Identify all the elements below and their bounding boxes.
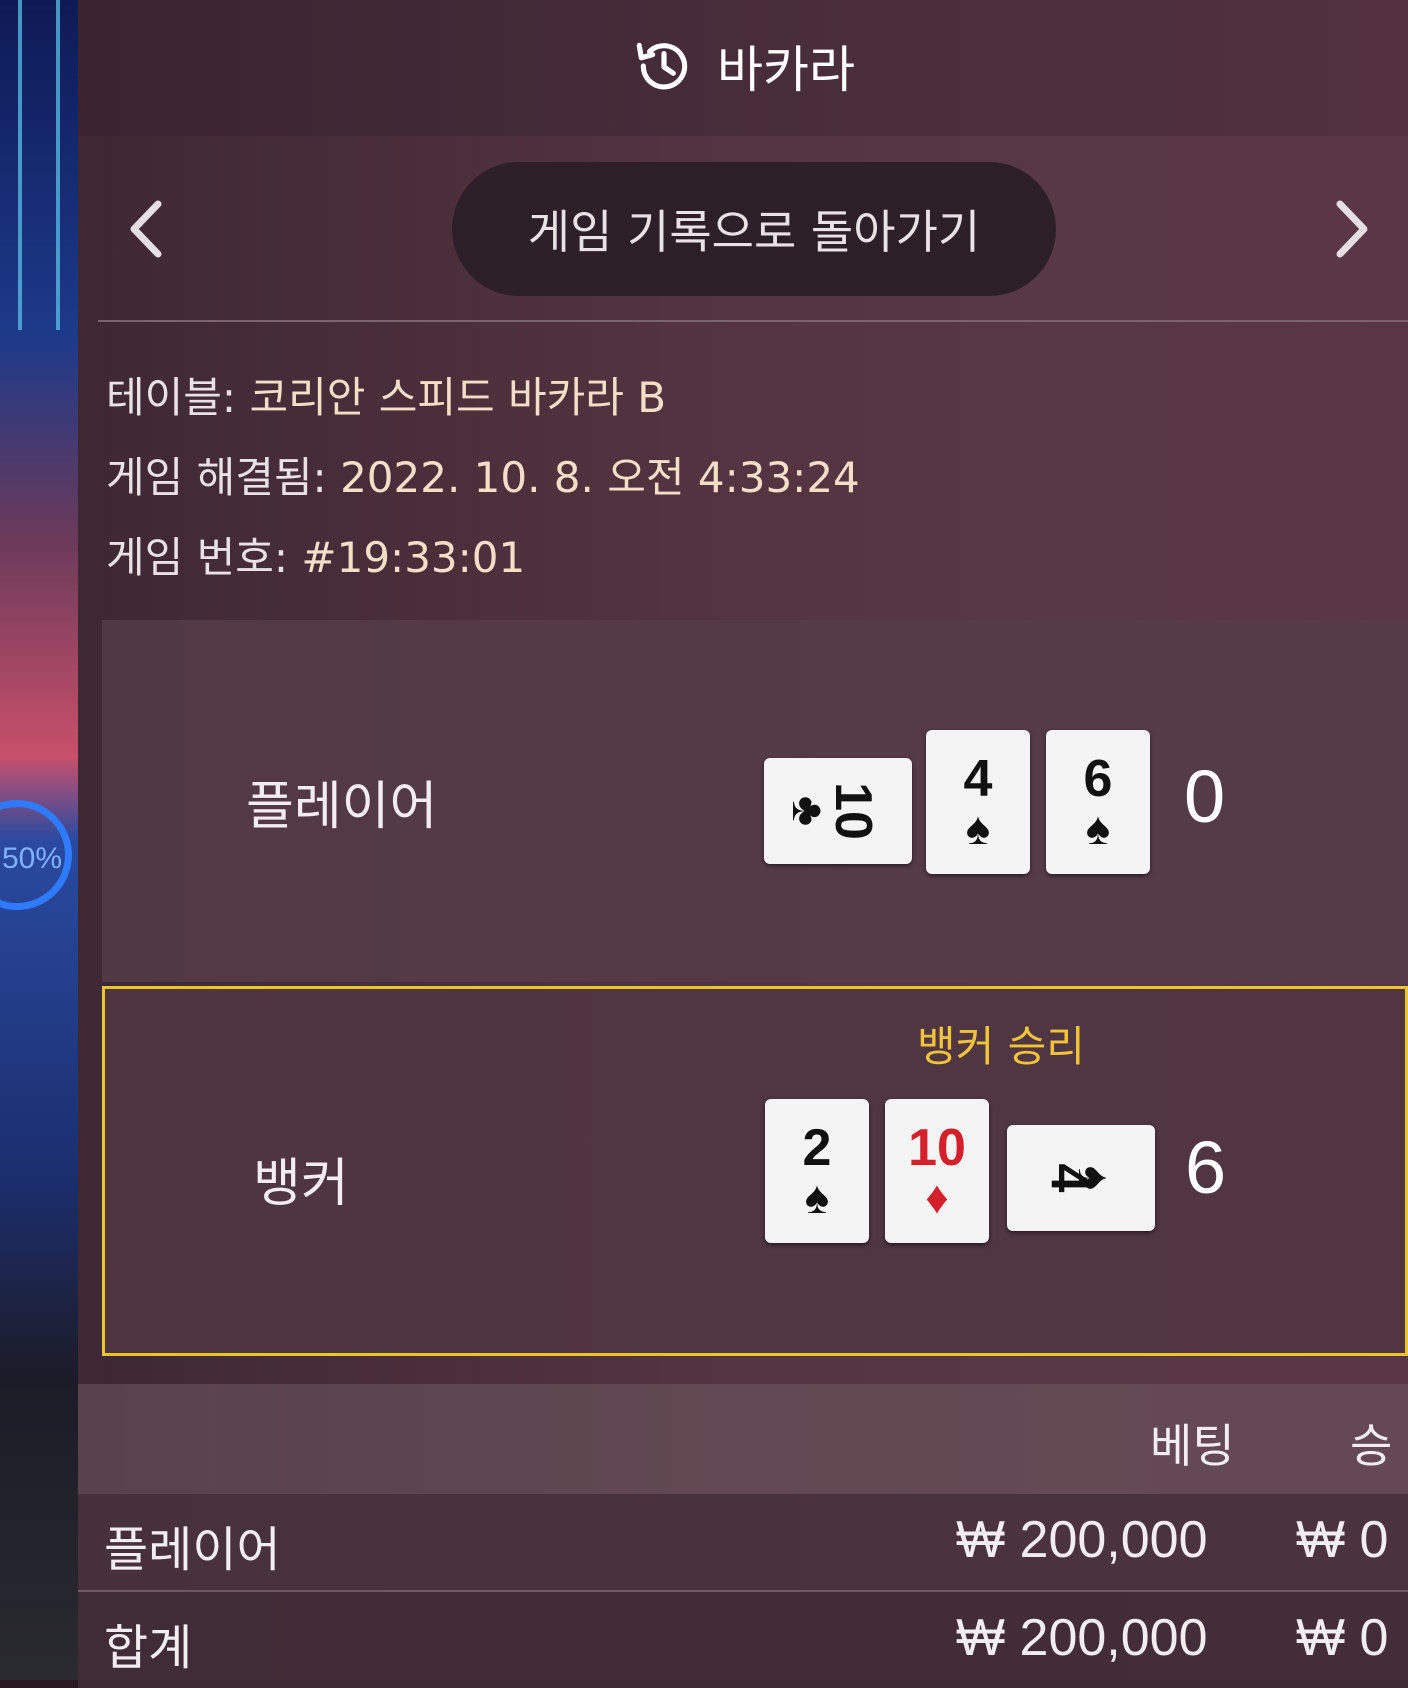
card-suit: ♠ <box>965 802 991 854</box>
player-card-2: 4 ♠ <box>926 730 1030 874</box>
card-rank: 10 <box>908 1119 966 1177</box>
history-icon[interactable] <box>631 33 697 99</box>
background-live-video: 50% <box>0 0 80 1680</box>
win-amount: ₩ 0 <box>1296 1609 1389 1667</box>
banker-card-1: 2 ♠ <box>765 1099 869 1243</box>
table-row: 합계 ₩ 200,000 ₩ 0 <box>78 1590 1408 1688</box>
bets-table-header: 베팅 승 <box>78 1384 1408 1494</box>
back-to-history-button[interactable]: 게임 기록으로 돌아가기 <box>452 162 1056 296</box>
header-bar: 바카라 <box>78 0 1408 136</box>
table-info: 테이블: 코리안 스피드 바카라 B <box>106 364 666 425</box>
chevron-right-icon[interactable] <box>1320 194 1380 264</box>
card-rank: 10 <box>824 782 883 840</box>
table-row: 플레이어 ₩ 200,000 ₩ 0 <box>78 1494 1408 1590</box>
background-stripe <box>18 0 22 330</box>
bet-row-name: 합계 <box>104 1620 193 1676</box>
winner-label: 뱅커 승리 <box>917 1022 1085 1071</box>
player-card-3: 6 ♠ <box>1046 730 1150 874</box>
history-navigation: 게임 기록으로 돌아가기 <box>78 136 1408 322</box>
banker-score: 6 <box>1185 1126 1227 1209</box>
card-rank: 6 <box>1083 750 1113 808</box>
table-value: 코리안 스피드 바카라 B <box>249 373 667 422</box>
resolved-info: 게임 해결됨: 2022. 10. 8. 오전 4:33:24 <box>106 444 860 505</box>
bet-amount: ₩ 200,000 <box>956 1511 1208 1569</box>
player-score: 0 <box>1184 755 1226 838</box>
game-history-panel: 바카라 게임 기록으로 돌아가기 테이블: 코리안 스피드 바카라 B 게임 해… <box>78 0 1408 1688</box>
card-rank: 4 <box>963 750 993 808</box>
table-label: 테이블: <box>106 373 237 422</box>
card-rank: 2 <box>802 1119 832 1177</box>
banker-hand-label: 뱅커 <box>253 1154 349 1214</box>
card-suit: ♦ <box>925 1171 949 1223</box>
banker-hand: 뱅커 승리 뱅커 2 ♠ 10 ♦ 4 ♠ 6 <box>102 986 1408 1356</box>
resolved-label: 게임 해결됨: <box>106 453 327 502</box>
win-column-header: 승 <box>1350 1419 1393 1473</box>
game-number-label: 게임 번호: <box>106 533 289 582</box>
chevron-left-icon[interactable] <box>118 194 178 264</box>
card-suit: ♠ <box>1085 802 1111 854</box>
card-suit: ♠ <box>1069 1165 1122 1191</box>
game-number-info: 게임 번호: #19:33:01 <box>106 524 525 585</box>
win-amount: ₩ 0 <box>1296 1511 1389 1569</box>
bet-row-name: 플레이어 <box>104 1522 281 1578</box>
background-stripe <box>56 0 60 330</box>
player-hand: 플레이어 ♣ 10 4 ♠ 6 ♠ 0 <box>102 620 1408 982</box>
banker-card-3: 4 ♠ <box>1007 1125 1155 1231</box>
divider <box>98 320 1408 322</box>
page-title: 바카라 <box>717 41 855 99</box>
bet-column-header: 베팅 <box>1150 1419 1235 1473</box>
bet-amount: ₩ 200,000 <box>956 1609 1208 1667</box>
banker-card-2: 10 ♦ <box>885 1099 989 1243</box>
resolved-value: 2022. 10. 8. 오전 4:33:24 <box>340 453 860 502</box>
game-number-value: #19:33:01 <box>301 533 526 582</box>
player-card-1: ♣ 10 <box>764 758 912 864</box>
card-suit: ♠ <box>804 1171 830 1223</box>
timer-percent: 50% <box>2 842 63 875</box>
player-hand-label: 플레이어 <box>246 777 438 837</box>
